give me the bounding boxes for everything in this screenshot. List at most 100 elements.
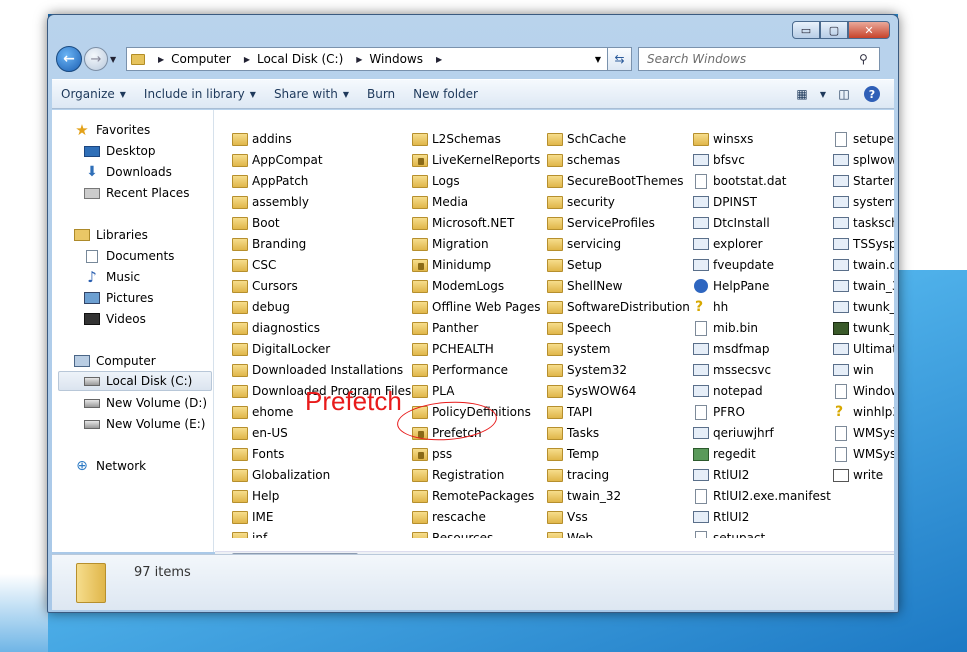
file-item[interactable]: Microsoft.NET <box>412 213 514 233</box>
file-item[interactable]: Speech <box>547 318 611 338</box>
file-item[interactable]: schemas <box>547 150 620 170</box>
file-item[interactable]: RtlUI2 <box>693 507 749 527</box>
file-item[interactable]: Branding <box>232 234 306 254</box>
file-item[interactable]: ? winhlp3 <box>833 402 894 422</box>
file-item[interactable]: write <box>833 465 883 485</box>
file-item[interactable]: DtcInstall <box>693 213 770 233</box>
file-item[interactable]: TAPI <box>547 402 592 422</box>
file-item[interactable]: SysWOW64 <box>547 381 636 401</box>
back-button[interactable]: ← <box>56 46 82 72</box>
organize-button[interactable]: Organize ▼ <box>52 87 135 101</box>
address-dropdown-icon[interactable]: ▼ <box>595 55 601 64</box>
sidebar-item-documents[interactable]: Documents <box>84 246 174 266</box>
file-item[interactable]: L2Schemas <box>412 129 501 149</box>
breadcrumb-local-disk[interactable]: Local Disk (C:) <box>257 52 343 66</box>
file-item[interactable]: twain_32 <box>833 276 894 296</box>
file-item[interactable]: RtlUI2.exe.manifest <box>693 486 831 506</box>
sidebar-item-pictures[interactable]: Pictures <box>84 288 154 308</box>
file-item[interactable]: Offline Web Pages <box>412 297 540 317</box>
file-item[interactable]: twunk_3 <box>833 318 894 338</box>
file-item[interactable]: PFRO <box>693 402 745 422</box>
sidebar-item-new-volume-d[interactable]: New Volume (D:) <box>84 393 207 413</box>
file-item[interactable]: Tasks <box>547 423 599 443</box>
minimize-button[interactable]: ▭ <box>792 21 820 39</box>
file-item[interactable]: tasksche <box>833 213 894 233</box>
file-item[interactable]: pss <box>412 444 452 464</box>
file-item[interactable]: bfsvc <box>693 150 745 170</box>
file-item[interactable]: servicing <box>547 234 621 254</box>
file-item[interactable]: RemotePackages <box>412 486 534 506</box>
file-item[interactable]: fveupdate <box>693 255 774 275</box>
file-item[interactable]: twain_32 <box>547 486 621 506</box>
burn-button[interactable]: Burn <box>358 87 404 101</box>
chevron-right-icon[interactable]: ▶ <box>436 55 442 64</box>
sidebar-item-favorites[interactable]: ★ Favorites <box>74 120 150 140</box>
sidebar-item-new-volume-e[interactable]: New Volume (E:) <box>84 414 205 434</box>
file-item[interactable]: Boot <box>232 213 280 233</box>
help-button[interactable]: ? <box>858 86 886 102</box>
file-item[interactable]: bootstat.dat <box>693 171 787 191</box>
file-item[interactable]: ServiceProfiles <box>547 213 655 233</box>
file-item[interactable]: addins <box>232 129 292 149</box>
file-item[interactable]: rescache <box>412 507 486 527</box>
file-item[interactable]: PLA <box>412 381 454 401</box>
sidebar-item-music[interactable]: ♪ Music <box>84 267 140 287</box>
file-item[interactable]: Resources <box>412 528 493 538</box>
file-item[interactable]: ShellNew <box>547 276 622 296</box>
file-item[interactable]: security <box>547 192 615 212</box>
file-item[interactable]: Web <box>547 528 593 538</box>
file-item[interactable]: tracing <box>547 465 609 485</box>
change-view-button[interactable]: ▦ <box>788 87 816 101</box>
file-item[interactable]: Starter <box>833 171 894 191</box>
file-item[interactable]: win <box>833 360 874 380</box>
file-item[interactable]: Help <box>232 486 279 506</box>
breadcrumb-windows[interactable]: Windows <box>369 52 423 66</box>
search-icon[interactable]: ⚲ <box>859 52 879 66</box>
file-item[interactable]: ModemLogs <box>412 276 504 296</box>
share-with-button[interactable]: Share with ▼ <box>265 87 358 101</box>
address-bar[interactable]: ▶ Computer ▶ Local Disk (C:) ▶ Windows ▶… <box>126 47 608 71</box>
file-item[interactable]: system <box>547 339 610 359</box>
file-item[interactable]: system <box>833 192 894 212</box>
file-item[interactable]: RtlUI2 <box>693 465 749 485</box>
sidebar-item-computer[interactable]: Computer <box>74 351 156 371</box>
file-item[interactable]: winsxs <box>693 129 753 149</box>
file-item[interactable]: SecureBootThemes <box>547 171 684 191</box>
file-item[interactable]: en-US <box>232 423 288 443</box>
file-item[interactable]: setupact <box>693 528 765 538</box>
file-item[interactable]: Performance <box>412 360 508 380</box>
file-item[interactable]: Downloaded Installations <box>232 360 403 380</box>
file-item[interactable]: WMSysP <box>833 423 894 443</box>
file-item[interactable]: LiveKernelReports <box>412 150 540 170</box>
sidebar-item-desktop[interactable]: Desktop <box>84 141 156 161</box>
file-item[interactable]: SchCache <box>547 129 626 149</box>
file-item[interactable]: twunk_1 <box>833 297 894 317</box>
file-item[interactable]: ehome <box>232 402 293 422</box>
file-item[interactable]: CSC <box>232 255 276 275</box>
breadcrumb-computer[interactable]: Computer <box>171 52 231 66</box>
file-item[interactable]: AppCompat <box>232 150 323 170</box>
file-item[interactable]: Window <box>833 381 894 401</box>
file-item[interactable]: Fonts <box>232 444 284 464</box>
file-item[interactable]: Minidump <box>412 255 491 275</box>
file-item[interactable]: Media <box>412 192 468 212</box>
file-item[interactable]: diagnostics <box>232 318 320 338</box>
file-item[interactable]: Registration <box>412 465 504 485</box>
file-item[interactable]: ? hh <box>693 297 728 317</box>
close-button[interactable]: ✕ <box>848 21 890 39</box>
file-item[interactable]: PCHEALTH <box>412 339 494 359</box>
sidebar-item-local-disk[interactable]: Local Disk (C:) <box>58 371 212 391</box>
file-item[interactable]: splwow6 <box>833 150 894 170</box>
search-input[interactable]: Search Windows ⚲ <box>638 47 880 71</box>
file-item[interactable]: mib.bin <box>693 318 758 338</box>
chevron-right-icon[interactable]: ▶ <box>356 55 362 64</box>
sidebar-item-downloads[interactable]: ⬇ Downloads <box>84 162 172 182</box>
file-item[interactable]: Vss <box>547 507 588 527</box>
file-item[interactable]: Setup <box>547 255 602 275</box>
file-item[interactable]: AppPatch <box>232 171 308 191</box>
file-item[interactable]: Globalization <box>232 465 330 485</box>
view-dropdown[interactable]: ▼ <box>816 90 830 99</box>
file-item[interactable]: Migration <box>412 234 489 254</box>
chevron-right-icon[interactable]: ▶ <box>158 55 164 64</box>
include-in-library-button[interactable]: Include in library ▼ <box>135 87 265 101</box>
